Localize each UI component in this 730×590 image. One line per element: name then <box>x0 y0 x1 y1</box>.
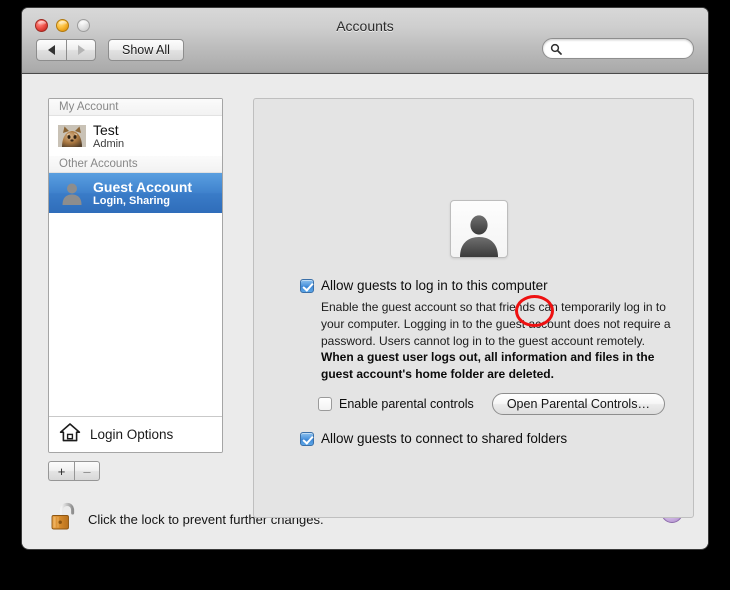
allow-shared-folders-checkbox[interactable] <box>300 432 314 446</box>
account-name: Guest Account <box>93 178 193 195</box>
login-options-button[interactable]: Login Options <box>49 416 222 452</box>
enable-parental-controls-checkbox[interactable] <box>318 397 332 411</box>
open-parental-controls-label: Open Parental Controls… <box>506 397 650 411</box>
search-field[interactable] <box>542 38 694 59</box>
accounts-list-scroll[interactable]: My Account Test Admin Other Accounts Gue… <box>49 99 222 416</box>
window-titlebar: Accounts Show All <box>22 8 708 74</box>
forward-button[interactable] <box>66 39 96 61</box>
list-item-text: Guest Account Login, Sharing <box>93 179 192 208</box>
shared-folders-row[interactable]: Allow guests to connect to shared folder… <box>300 432 567 446</box>
account-picture[interactable] <box>450 200 508 258</box>
page-title: Accounts <box>336 18 394 34</box>
navigation-buttons <box>36 39 96 61</box>
desktop-background: Accounts Show All My Account Test Admin … <box>0 0 730 590</box>
accounts-preference-window: Accounts Show All My Account Test Admin … <box>22 8 708 549</box>
list-item-text: Test Admin <box>93 122 124 151</box>
group-header-my-account: My Account <box>49 99 222 116</box>
show-all-label: Show All <box>122 43 170 57</box>
unlocked-padlock-icon[interactable] <box>50 502 76 537</box>
window-body: My Account Test Admin Other Accounts Gue… <box>22 74 708 548</box>
guest-account-warning: When a guest user logs out, all informat… <box>321 350 655 382</box>
allow-guest-login-label: Allow guests to log in to this computer <box>321 278 548 293</box>
allow-guest-login-row[interactable]: Allow guests to log in to this computer <box>300 279 548 293</box>
account-subtitle: Admin <box>93 137 125 150</box>
add-account-button[interactable]: + <box>48 461 74 481</box>
parental-controls-row[interactable]: Enable parental controls Open Parental C… <box>318 393 665 415</box>
person-silhouette-avatar <box>57 178 87 208</box>
guest-account-detail-panel: Allow guests to log in to this computer … <box>253 98 694 518</box>
home-icon <box>59 422 81 447</box>
list-item-test-account[interactable]: Test Admin <box>49 116 222 156</box>
minus-icon: – <box>83 463 91 479</box>
plus-icon: + <box>57 463 66 479</box>
search-input[interactable] <box>566 41 684 56</box>
show-all-button[interactable]: Show All <box>108 39 184 61</box>
enable-parental-controls-label: Enable parental controls <box>339 397 474 411</box>
account-name: Test <box>93 121 119 138</box>
accounts-list: My Account Test Admin Other Accounts Gue… <box>48 98 223 453</box>
chevron-left-icon <box>48 45 55 55</box>
chevron-right-icon <box>77 45 85 55</box>
guest-account-description: Enable the guest account so that friends… <box>321 300 671 349</box>
cat-photo-avatar <box>57 121 87 151</box>
open-parental-controls-button[interactable]: Open Parental Controls… <box>491 393 665 415</box>
list-item-guest-account[interactable]: Guest Account Login, Sharing <box>49 173 222 213</box>
back-button[interactable] <box>36 39 66 61</box>
allow-guest-login-checkbox[interactable] <box>300 279 314 293</box>
search-icon <box>550 43 562 55</box>
login-options-label: Login Options <box>90 427 174 442</box>
allow-shared-folders-label: Allow guests to connect to shared folder… <box>321 431 568 446</box>
remove-account-button[interactable]: – <box>74 461 100 481</box>
group-header-other-accounts: Other Accounts <box>49 156 222 173</box>
add-remove-account-buttons: + – <box>48 461 100 481</box>
account-subtitle: Login, Sharing <box>93 194 170 207</box>
